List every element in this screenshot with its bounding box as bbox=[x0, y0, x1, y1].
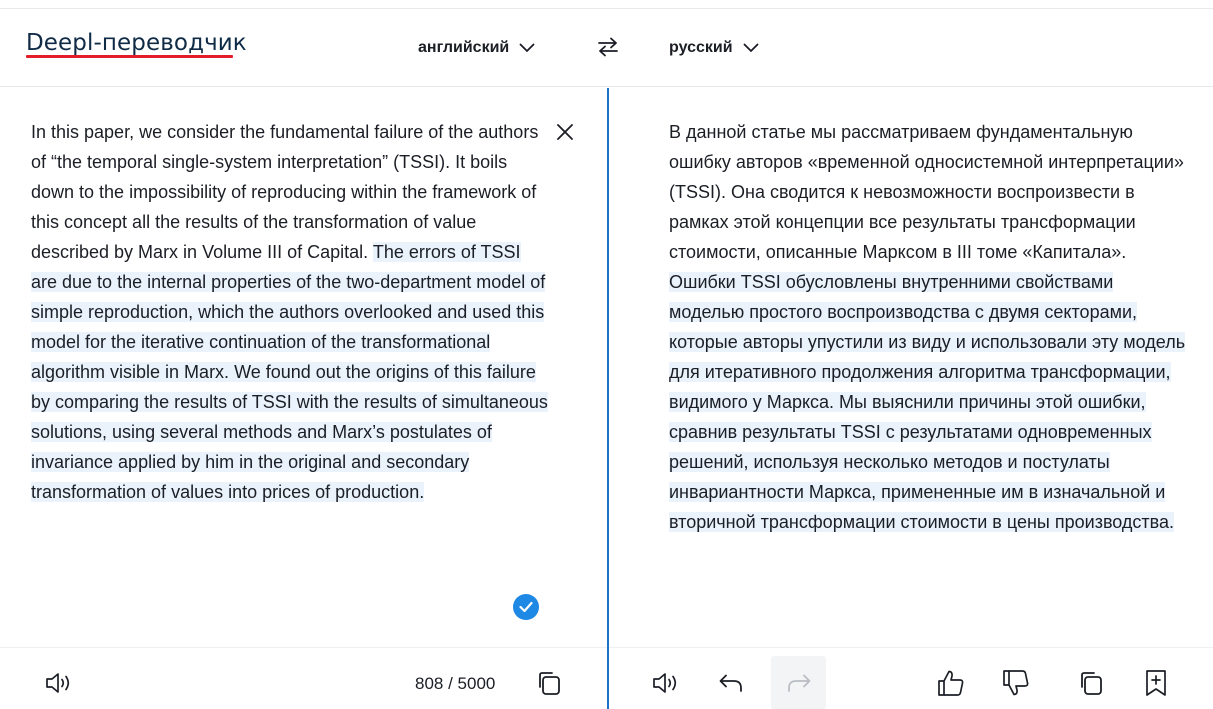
source-language-label: английский bbox=[418, 39, 510, 56]
target-language-selector[interactable]: русский bbox=[669, 39, 759, 57]
chevron-down-icon bbox=[519, 43, 535, 53]
brand-title[interactable]: Deepl-переводчик bbox=[26, 30, 247, 56]
swap-languages-icon[interactable] bbox=[596, 35, 620, 59]
target-language-label: русский bbox=[669, 39, 733, 56]
clear-text-icon[interactable] bbox=[554, 121, 576, 143]
spellcheck-ok-icon bbox=[513, 594, 539, 620]
source-text-highlighted: The errors of TSSI are due to the intern… bbox=[31, 242, 548, 502]
brand-underline bbox=[26, 55, 233, 58]
thumbs-up-icon[interactable] bbox=[936, 668, 966, 698]
redo-button[interactable] bbox=[771, 656, 826, 709]
chevron-down-icon bbox=[743, 43, 759, 53]
source-text-input[interactable]: In this paper, we consider the fundament… bbox=[31, 117, 551, 507]
target-footer-border bbox=[609, 647, 1213, 648]
header: Deepl-переводчик английский русский bbox=[0, 9, 1213, 87]
translation-output: В данной статье мы рассматриваем фундаме… bbox=[669, 117, 1189, 537]
pane-divider bbox=[607, 88, 609, 709]
source-text-plain: In this paper, we consider the fundament… bbox=[31, 122, 539, 262]
character-counter: 808 / 5000 bbox=[415, 674, 496, 693]
bookmark-add-icon[interactable] bbox=[1141, 668, 1171, 698]
undo-icon[interactable] bbox=[716, 668, 746, 698]
target-text-plain: В данной статье мы рассматриваем фундаме… bbox=[669, 122, 1184, 262]
redo-icon bbox=[785, 670, 813, 696]
source-language-selector[interactable]: английский bbox=[418, 39, 535, 57]
speaker-icon[interactable] bbox=[651, 668, 681, 698]
copy-icon[interactable] bbox=[1076, 668, 1106, 698]
speaker-icon[interactable] bbox=[44, 668, 74, 698]
source-footer-border bbox=[0, 647, 607, 648]
thumbs-down-icon[interactable] bbox=[1001, 668, 1031, 698]
copy-icon[interactable] bbox=[534, 668, 564, 698]
target-text-highlighted: Ошибки TSSI обусловлены внутренними свой… bbox=[669, 272, 1186, 532]
